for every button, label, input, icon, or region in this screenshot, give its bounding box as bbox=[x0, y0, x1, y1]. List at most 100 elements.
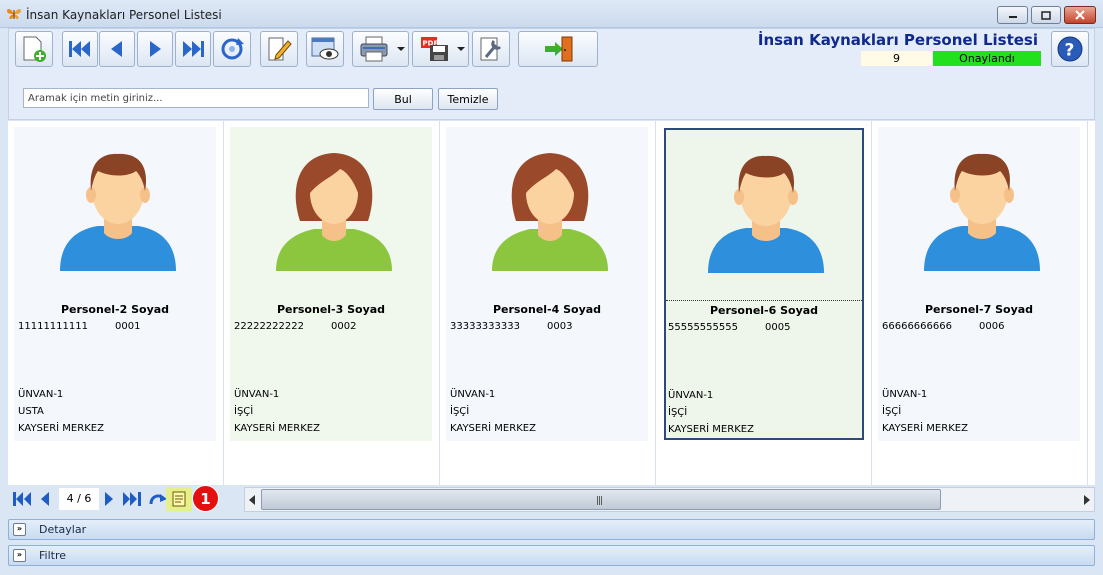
page-counter: 4 / 6 bbox=[59, 488, 99, 510]
toolbar-area: PDF İnsan Kaynakları Personel Listesi 9 … bbox=[8, 28, 1095, 120]
print-dropdown-icon[interactable] bbox=[397, 47, 405, 51]
personnel-id-number: 11111111111 bbox=[18, 321, 88, 332]
status-badge: Onaylandı bbox=[933, 51, 1041, 66]
selection-divider bbox=[666, 300, 862, 301]
personnel-card-selected[interactable]: Personel-6 Soyad 55555555555 0005 ÜNVAN-… bbox=[664, 128, 864, 440]
minimize-icon bbox=[1008, 16, 1017, 18]
card-separator bbox=[223, 121, 224, 485]
personnel-role: İŞÇİ bbox=[668, 407, 688, 418]
personnel-title: ÜNVAN-1 bbox=[234, 389, 280, 400]
personnel-role: USTA bbox=[18, 406, 44, 417]
help-icon: ? bbox=[1057, 36, 1083, 62]
maximize-icon bbox=[1041, 10, 1051, 20]
tools-icon bbox=[480, 37, 502, 61]
female-avatar-icon bbox=[276, 153, 392, 271]
search-input[interactable] bbox=[23, 88, 369, 108]
expand-chevron-icon[interactable]: » bbox=[13, 523, 26, 536]
personnel-role: İŞÇİ bbox=[234, 406, 254, 417]
male-avatar-icon bbox=[924, 153, 1040, 271]
personnel-id-number: 55555555555 bbox=[668, 322, 738, 333]
first-record-icon[interactable] bbox=[12, 491, 32, 507]
preview-button[interactable] bbox=[306, 31, 344, 67]
personnel-location: KAYSERİ MERKEZ bbox=[668, 424, 754, 435]
next-record-button[interactable] bbox=[137, 31, 173, 67]
personnel-name: Personel-2 Soyad bbox=[60, 303, 170, 316]
window-titlebar: İnsan Kaynakları Personel Listesi bbox=[0, 0, 1103, 28]
personnel-location: KAYSERİ MERKEZ bbox=[450, 423, 536, 434]
scroll-left-icon[interactable] bbox=[249, 495, 255, 505]
help-button[interactable]: ? bbox=[1051, 31, 1089, 67]
refresh-icon[interactable] bbox=[148, 491, 168, 507]
next-record-icon bbox=[150, 41, 161, 57]
scrollbar-thumb[interactable]: ||| bbox=[261, 489, 941, 510]
filter-panel-header[interactable]: » Filtre bbox=[8, 545, 1095, 566]
close-icon bbox=[1075, 10, 1085, 20]
edit-button[interactable] bbox=[260, 31, 298, 67]
tools-button[interactable] bbox=[472, 31, 510, 67]
card-separator bbox=[655, 121, 656, 485]
personnel-location: KAYSERİ MERKEZ bbox=[882, 423, 968, 434]
print-button[interactable] bbox=[352, 31, 409, 67]
refresh-button[interactable] bbox=[213, 31, 251, 67]
close-button[interactable] bbox=[1064, 6, 1096, 24]
previous-record-icon[interactable] bbox=[39, 491, 51, 507]
male-avatar-icon bbox=[60, 153, 176, 271]
butterfly-icon bbox=[7, 9, 21, 20]
personnel-name: Personel-3 Soyad bbox=[276, 303, 386, 316]
maximize-button[interactable] bbox=[1031, 6, 1061, 24]
personnel-card[interactable]: Personel-7 Soyad 66666666666 0006 ÜNVAN-… bbox=[878, 127, 1080, 441]
personnel-role: İŞÇİ bbox=[450, 406, 470, 417]
personnel-title: ÜNVAN-1 bbox=[668, 390, 714, 401]
horizontal-scrollbar[interactable]: ||| bbox=[244, 487, 1095, 512]
first-record-icon bbox=[69, 41, 90, 57]
record-count: 9 bbox=[861, 51, 932, 66]
clear-button[interactable]: Temizle bbox=[438, 88, 498, 110]
last-record-icon bbox=[183, 41, 204, 57]
previous-record-button[interactable] bbox=[99, 31, 135, 67]
pdf-dropdown-icon[interactable] bbox=[457, 47, 465, 51]
page-title: İnsan Kaynakları Personel Listesi bbox=[757, 31, 1038, 49]
new-record-button[interactable] bbox=[15, 31, 53, 67]
last-record-icon[interactable] bbox=[122, 491, 142, 507]
personnel-card[interactable]: Personel-3 Soyad 22222222222 0002 ÜNVAN-… bbox=[230, 127, 432, 441]
first-record-button[interactable] bbox=[62, 31, 98, 67]
pdf-export-icon: PDF bbox=[420, 37, 448, 61]
record-navigator: 4 / 6 1 ||| bbox=[8, 485, 1095, 514]
svg-text:?: ? bbox=[1065, 41, 1075, 61]
refresh-icon bbox=[221, 38, 244, 60]
step-badge: 1 bbox=[192, 485, 219, 512]
personnel-number: 0003 bbox=[547, 321, 573, 332]
print-icon bbox=[360, 36, 387, 62]
exit-icon bbox=[545, 36, 573, 62]
card-separator bbox=[439, 121, 440, 485]
expand-chevron-icon[interactable]: » bbox=[13, 549, 26, 562]
personnel-location: KAYSERİ MERKEZ bbox=[234, 423, 320, 434]
find-button[interactable]: Bul bbox=[373, 88, 433, 110]
notes-icon bbox=[172, 491, 186, 507]
edit-icon bbox=[268, 37, 292, 61]
personnel-card[interactable]: Personel-2 Soyad 11111111111 0001 ÜNVAN-… bbox=[14, 127, 216, 441]
minimize-button[interactable] bbox=[997, 6, 1028, 24]
personnel-name: Personel-6 Soyad bbox=[709, 304, 819, 317]
details-panel-header[interactable]: » Detaylar bbox=[8, 519, 1095, 540]
card-separator bbox=[871, 121, 872, 485]
personnel-id-number: 22222222222 bbox=[234, 321, 304, 332]
next-record-icon[interactable] bbox=[103, 491, 115, 507]
personnel-name: Personel-7 Soyad bbox=[924, 303, 1034, 316]
last-record-button[interactable] bbox=[175, 31, 211, 67]
notes-button[interactable] bbox=[166, 487, 192, 511]
exit-button[interactable] bbox=[518, 31, 598, 67]
personnel-id-number: 33333333333 bbox=[450, 321, 520, 332]
personnel-card[interactable]: Personel-4 Soyad 33333333333 0003 ÜNVAN-… bbox=[446, 127, 648, 441]
preview-icon bbox=[311, 37, 339, 60]
personnel-number: 0006 bbox=[979, 321, 1005, 332]
scroll-right-icon[interactable] bbox=[1084, 495, 1090, 505]
new-record-icon bbox=[23, 36, 46, 62]
card-separator bbox=[1087, 121, 1088, 485]
personnel-title: ÜNVAN-1 bbox=[450, 389, 496, 400]
personnel-name: Personel-4 Soyad bbox=[492, 303, 602, 316]
pdf-export-button[interactable]: PDF bbox=[412, 31, 469, 67]
personnel-number: 0002 bbox=[331, 321, 357, 332]
window-title: İnsan Kaynakları Personel Listesi bbox=[26, 8, 222, 22]
personnel-role: İŞÇİ bbox=[882, 406, 902, 417]
